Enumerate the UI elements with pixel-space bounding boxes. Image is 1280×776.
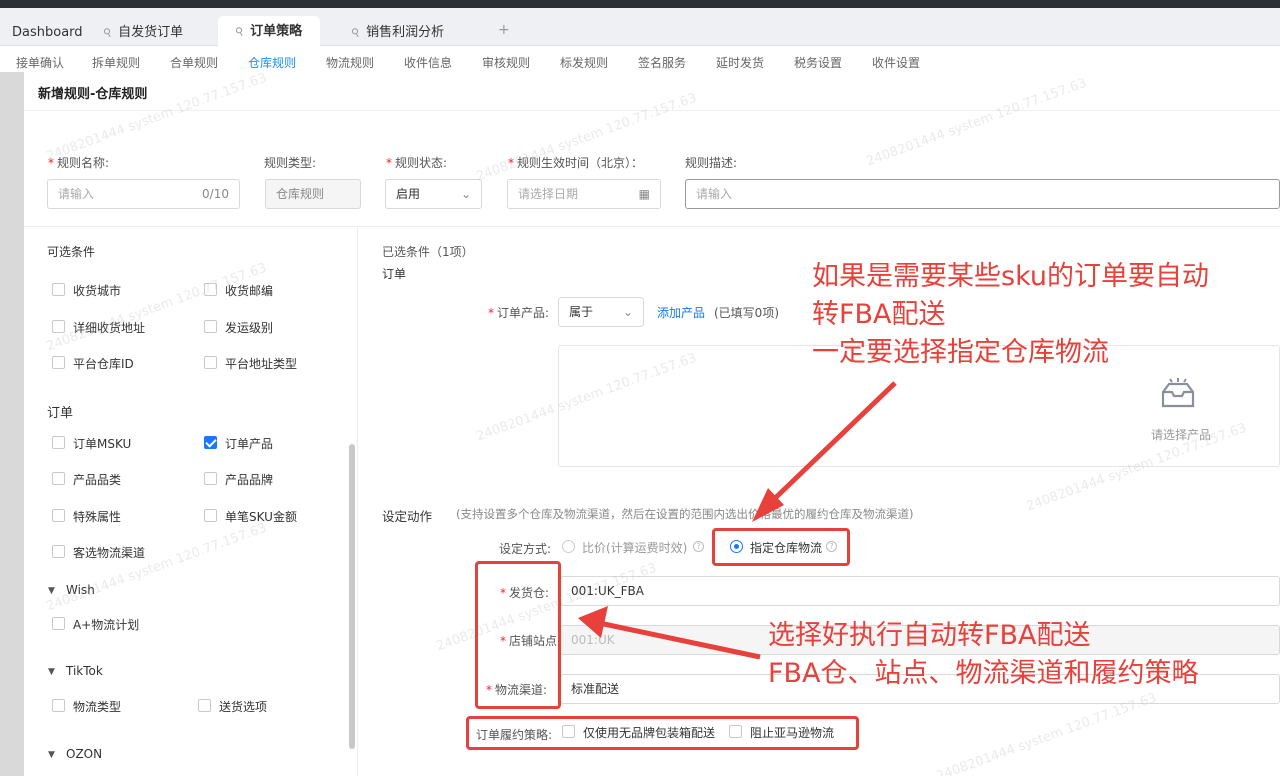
arrow-head-icon	[578, 606, 608, 638]
annotation-text-top: 如果是需要某些sku的订单要自动 转FBA配送 一定要选择指定仓库物流	[812, 258, 1209, 372]
annotation-line: 选择好执行自动转FBA配送	[768, 620, 1091, 651]
annotation-line: 转FBA配送	[812, 299, 946, 330]
annotation-line: 如果是需要某些sku的订单要自动	[812, 261, 1209, 292]
annotation-line: 一定要选择指定仓库物流	[812, 337, 1109, 368]
annotation-line: FBA仓、站点、物流渠道和履约策略	[768, 658, 1199, 689]
annotation-text-bottom: 选择好执行自动转FBA配送 FBA仓、站点、物流渠道和履约策略	[768, 617, 1199, 693]
